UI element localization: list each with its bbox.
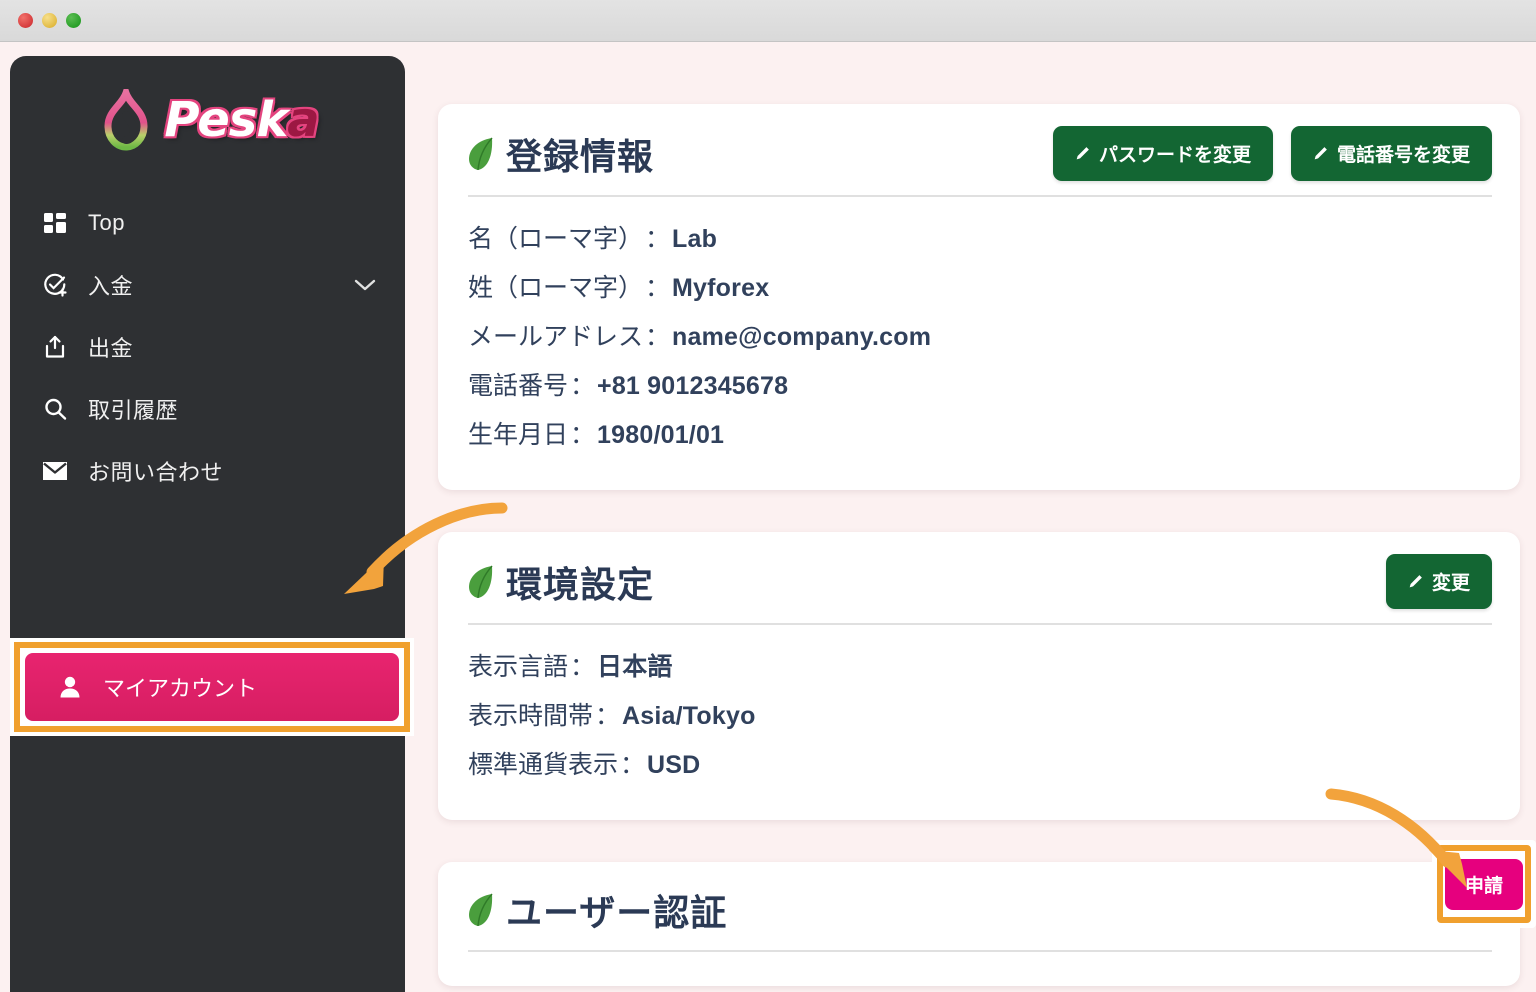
change-preferences-button[interactable]: 変更 [1385, 554, 1492, 609]
card-header: 環境設定 変更 [468, 554, 1492, 625]
verification-title: ユーザー認証 [468, 884, 727, 936]
change-password-button[interactable]: パスワードを変更 [1052, 126, 1273, 181]
registration-rows: 名（ローマ字） ： Lab 姓（ローマ字） ： Myforex メールアドレス … [468, 197, 1492, 460]
withdraw-icon [40, 335, 70, 359]
leaf-icon [469, 565, 493, 598]
row-key: 電話番号 [468, 372, 569, 400]
row-key: 生年月日 [468, 421, 569, 449]
row-key: 姓（ローマ字） [468, 274, 644, 302]
row-value: Myforex [672, 274, 770, 302]
change-phone-button[interactable]: 電話番号を変更 [1290, 126, 1492, 181]
row-key: 名（ローマ字） [468, 225, 644, 253]
preferences-card: 環境設定 変更 表示言語 ： 日本語 表示時間帯 ： Asia/Tokyo 標準… [438, 532, 1520, 820]
brand-logo[interactable]: Peska [10, 56, 405, 176]
leaf-icon [469, 893, 493, 927]
sidebar-item-withdraw[interactable]: 出金 [10, 316, 405, 378]
brand-name: Peska [164, 92, 319, 148]
sidebar-item-label: 出金 [88, 336, 134, 361]
row-key: 標準通貨表示 [468, 751, 619, 779]
sidebar-item-top[interactable]: Top [10, 192, 405, 254]
row-separator: ： [570, 653, 596, 681]
registration-info-card: 登録情報 パスワードを変更 電話番号を変更 名（ローマ字） ： Lab 姓（ロー… [438, 104, 1520, 490]
button-label: パスワードを変更 [1098, 145, 1251, 166]
info-row: 姓（ローマ字） ： Myforex [468, 264, 1492, 313]
row-value: name@company.com [672, 323, 932, 351]
pencil-icon [1314, 147, 1327, 160]
row-key: 表示時間帯 [468, 702, 594, 730]
preferences-rows: 表示言語 ： 日本語 表示時間帯 ： Asia/Tokyo 標準通貨表示 ： U… [468, 625, 1492, 790]
user-verification-card: ユーザー認証 申請 [438, 840, 1536, 986]
card-header: ユーザー認証 [468, 884, 1492, 952]
row-separator: ： [570, 372, 596, 400]
row-separator: ： [595, 702, 621, 730]
page-title: 登録情報 [468, 128, 654, 180]
page-body: Peska Top 入金 出金 取引履歴 お問い合わせ マイアカウント 登録情報… [0, 42, 1536, 992]
card-title-text: ユーザー認証 [506, 892, 728, 933]
sidebar-item-label: Top [88, 210, 125, 235]
app-window: Peska Top 入金 出金 取引履歴 お問い合わせ マイアカウント 登録情報… [0, 0, 1536, 992]
apply-button-highlight-annotation: 申請 [1432, 840, 1536, 928]
apply-verification-button[interactable]: 申請 [1445, 858, 1524, 910]
brand-accent-letter: a [287, 92, 319, 148]
mail-icon [40, 461, 70, 481]
sidebar-item-label: マイアカウント [103, 676, 258, 701]
info-row: 生年月日 ： 1980/01/01 [468, 411, 1492, 460]
info-row: 標準通貨表示 ： USD [468, 741, 1492, 790]
my-account-highlight-annotation: マイアカウント [10, 638, 414, 736]
sidebar-nav: Top 入金 出金 取引履歴 お問い合わせ [10, 192, 405, 502]
sidebar-item-deposit[interactable]: 入金 [10, 254, 405, 316]
sidebar-item-my-account[interactable]: マイアカウント [25, 653, 399, 721]
row-value: +81 9012345678 [597, 372, 789, 400]
row-separator: ： [645, 225, 671, 253]
card-header: 登録情報 パスワードを変更 電話番号を変更 [468, 126, 1492, 197]
row-key: 表示言語 [468, 653, 569, 681]
card-title-text: 環境設定 [506, 563, 655, 605]
row-separator: ： [570, 421, 596, 449]
sidebar-item-history[interactable]: 取引履歴 [10, 378, 405, 440]
row-value: 日本語 [597, 653, 673, 681]
row-value: Asia/Tokyo [622, 702, 756, 730]
button-label: 変更 [1431, 573, 1470, 594]
sidebar-item-label: お問い合わせ [88, 460, 224, 485]
row-separator: ： [620, 751, 646, 779]
sidebar-item-label: 入金 [88, 274, 134, 299]
info-row: 表示言語 ： 日本語 [468, 643, 1492, 692]
peach-logo-icon [104, 89, 148, 151]
minimize-button[interactable] [42, 13, 57, 28]
card-actions: パスワードを変更 電話番号を変更 [1052, 126, 1492, 181]
dashboard-icon [40, 211, 70, 235]
card-actions: 変更 [1385, 554, 1492, 609]
info-row: 名（ローマ字） ： Lab [468, 215, 1492, 264]
sidebar-item-label: 取引履歴 [88, 398, 179, 423]
pencil-icon [1409, 575, 1422, 588]
info-row: 表示時間帯 ： Asia/Tokyo [468, 692, 1492, 741]
row-value: Lab [672, 225, 718, 253]
leaf-icon [469, 137, 493, 170]
row-separator: ： [645, 323, 671, 351]
user-icon [55, 675, 85, 699]
info-row: メールアドレス ： name@company.com [468, 313, 1492, 362]
pencil-icon [1076, 147, 1089, 160]
sidebar-item-contact[interactable]: お問い合わせ [10, 440, 405, 502]
card-title-text: 登録情報 [506, 135, 655, 177]
main-content: 登録情報 パスワードを変更 電話番号を変更 名（ローマ字） ： Lab 姓（ロー… [420, 42, 1536, 992]
window-titlebar [0, 0, 1536, 42]
row-value: 1980/01/01 [597, 421, 725, 449]
close-button[interactable] [18, 13, 33, 28]
info-row: 電話番号 ： +81 9012345678 [468, 362, 1492, 411]
button-label: 電話番号を変更 [1336, 145, 1470, 166]
search-icon [40, 397, 70, 421]
preferences-title: 環境設定 [468, 556, 654, 608]
sidebar: Peska Top 入金 出金 取引履歴 お問い合わせ マイアカウント [10, 56, 414, 992]
row-key: メールアドレス [468, 323, 644, 351]
row-value: USD [647, 751, 701, 779]
chevron-down-icon[interactable] [353, 272, 377, 298]
deposit-icon [40, 272, 70, 298]
zoom-button[interactable] [66, 13, 81, 28]
row-separator: ： [645, 274, 671, 302]
